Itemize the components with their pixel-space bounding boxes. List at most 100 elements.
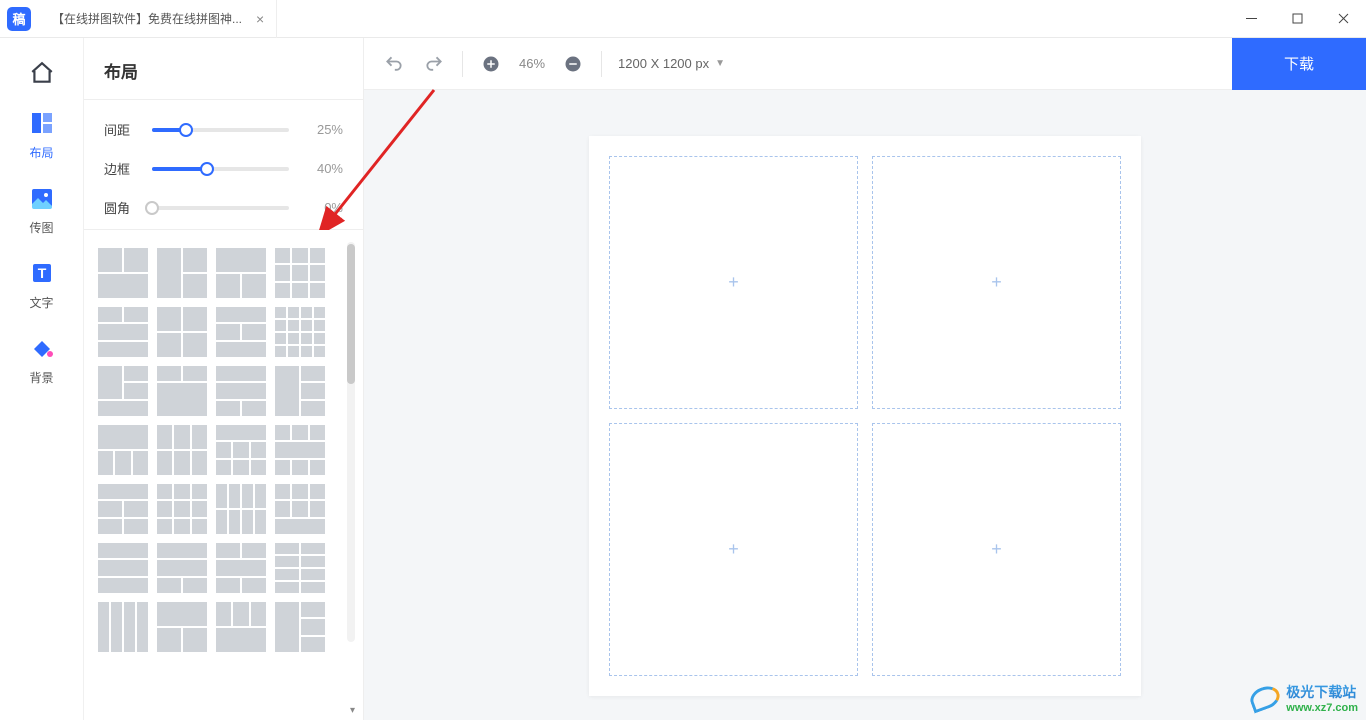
chevron-down-icon: ▼	[715, 58, 725, 69]
image-icon	[29, 185, 55, 211]
template-item[interactable]	[275, 484, 325, 534]
redo-button[interactable]	[422, 52, 446, 76]
slider-radius-value: 0%	[303, 200, 343, 215]
rail-label-background: 背景	[29, 369, 53, 386]
templates-scroll-thumb[interactable]	[347, 244, 355, 384]
template-item[interactable]	[216, 543, 266, 593]
zoom-out-button[interactable]	[561, 52, 585, 76]
slider-border-label: 边框	[104, 159, 138, 178]
template-item[interactable]	[98, 248, 148, 298]
separator	[601, 51, 602, 77]
tab-title: 【在线拼图软件】免费在线拼图神...	[52, 10, 242, 27]
layout-templates: ▾	[84, 230, 363, 720]
svg-text:T: T	[37, 265, 46, 281]
canvas-stage: + + + +	[364, 90, 1366, 720]
watermark-line2: www.xz7.com	[1286, 702, 1358, 714]
template-item[interactable]	[275, 366, 325, 416]
plus-icon: +	[991, 539, 1002, 560]
canvas-size-selector[interactable]: 1200 X 1200 px ▼	[618, 56, 725, 71]
watermark-logo-icon	[1247, 683, 1283, 714]
slider-spacing: 间距 25%	[104, 120, 343, 139]
slider-spacing-track[interactable]	[152, 128, 289, 132]
template-item[interactable]	[275, 602, 325, 652]
rail-label-upload: 传图	[29, 219, 53, 236]
rail-label-text: 文字	[29, 294, 53, 311]
rail-item-text[interactable]: T 文字	[12, 260, 72, 311]
template-item[interactable]	[216, 307, 266, 357]
zoom-in-button[interactable]	[479, 52, 503, 76]
template-item[interactable]	[98, 366, 148, 416]
layout-icon	[29, 110, 55, 136]
template-item[interactable]	[157, 602, 207, 652]
template-item[interactable]	[275, 543, 325, 593]
template-item[interactable]	[98, 307, 148, 357]
rail-item-background[interactable]: 背景	[12, 335, 72, 386]
image-drop-cell[interactable]: +	[872, 156, 1121, 409]
template-item[interactable]	[157, 484, 207, 534]
rail-label-layout: 布局	[29, 144, 53, 161]
template-item[interactable]	[98, 484, 148, 534]
slider-spacing-label: 间距	[104, 120, 138, 139]
template-item[interactable]	[98, 425, 148, 475]
artboard: + + + +	[589, 136, 1141, 696]
template-item[interactable]	[157, 425, 207, 475]
canvas-area: 46% 1200 X 1200 px ▼ 下载 + + + +	[364, 38, 1366, 720]
tab-close-icon[interactable]: ×	[256, 11, 264, 27]
templates-scrollbar[interactable]	[347, 242, 355, 642]
template-item[interactable]	[216, 425, 266, 475]
layout-panel: 布局 间距 25% 边框 40% 圆角	[84, 38, 364, 720]
watermark-line1: 极光下载站	[1286, 682, 1358, 702]
template-item[interactable]	[275, 248, 325, 298]
slider-radius: 圆角 0%	[104, 198, 343, 217]
window-minimize-button[interactable]	[1228, 0, 1274, 38]
template-item[interactable]	[275, 307, 325, 357]
template-item[interactable]	[275, 425, 325, 475]
rail-item-home[interactable]	[12, 60, 72, 86]
watermark-text: 极光下载站 www.xz7.com	[1286, 682, 1358, 714]
slider-radius-label: 圆角	[104, 198, 138, 217]
window-maximize-button[interactable]	[1274, 0, 1320, 38]
template-item[interactable]	[98, 602, 148, 652]
template-item[interactable]	[216, 366, 266, 416]
template-item[interactable]	[216, 484, 266, 534]
app-badge-text: 稿	[7, 7, 31, 31]
image-drop-cell[interactable]: +	[609, 156, 858, 409]
template-item[interactable]	[157, 248, 207, 298]
template-item[interactable]	[98, 543, 148, 593]
undo-button[interactable]	[382, 52, 406, 76]
home-icon	[29, 60, 55, 86]
template-item[interactable]	[157, 543, 207, 593]
canvas-toolbar: 46% 1200 X 1200 px ▼ 下载	[364, 38, 1366, 90]
rail-item-upload[interactable]: 传图	[12, 185, 72, 236]
plus-icon: +	[728, 272, 739, 293]
window-close-button[interactable]	[1320, 0, 1366, 38]
template-item[interactable]	[157, 307, 207, 357]
image-drop-cell[interactable]: +	[872, 423, 1121, 676]
slider-border-value: 40%	[303, 161, 343, 176]
image-drop-cell[interactable]: +	[609, 423, 858, 676]
canvas-size-text: 1200 X 1200 px	[618, 56, 709, 71]
slider-border-track[interactable]	[152, 167, 289, 171]
tab[interactable]: 【在线拼图软件】免费在线拼图神... ×	[38, 0, 277, 38]
rail-item-layout[interactable]: 布局	[12, 110, 72, 161]
chevron-down-icon[interactable]: ▾	[350, 705, 355, 716]
separator	[462, 51, 463, 77]
template-item[interactable]	[216, 602, 266, 652]
sliders-group: 间距 25% 边框 40% 圆角 0%	[84, 100, 363, 229]
main-row: 布局 传图 T 文字 背景 布局 间距	[0, 38, 1366, 720]
text-icon: T	[29, 260, 55, 286]
template-grid	[98, 248, 353, 652]
template-item[interactable]	[157, 366, 207, 416]
watermark: 极光下载站 www.xz7.com	[1250, 682, 1358, 714]
paint-bucket-icon	[29, 335, 55, 361]
slider-radius-track[interactable]	[152, 206, 289, 210]
panel-title: 布局	[84, 38, 363, 99]
plus-icon: +	[991, 272, 1002, 293]
download-button[interactable]: 下载	[1232, 38, 1366, 90]
zoom-percent: 46%	[519, 56, 545, 71]
titlebar: 稿 【在线拼图软件】免费在线拼图神... ×	[0, 0, 1366, 38]
sidebar-rail: 布局 传图 T 文字 背景	[0, 38, 84, 720]
template-item[interactable]	[216, 248, 266, 298]
window-controls	[1228, 0, 1366, 38]
plus-icon: +	[728, 539, 739, 560]
